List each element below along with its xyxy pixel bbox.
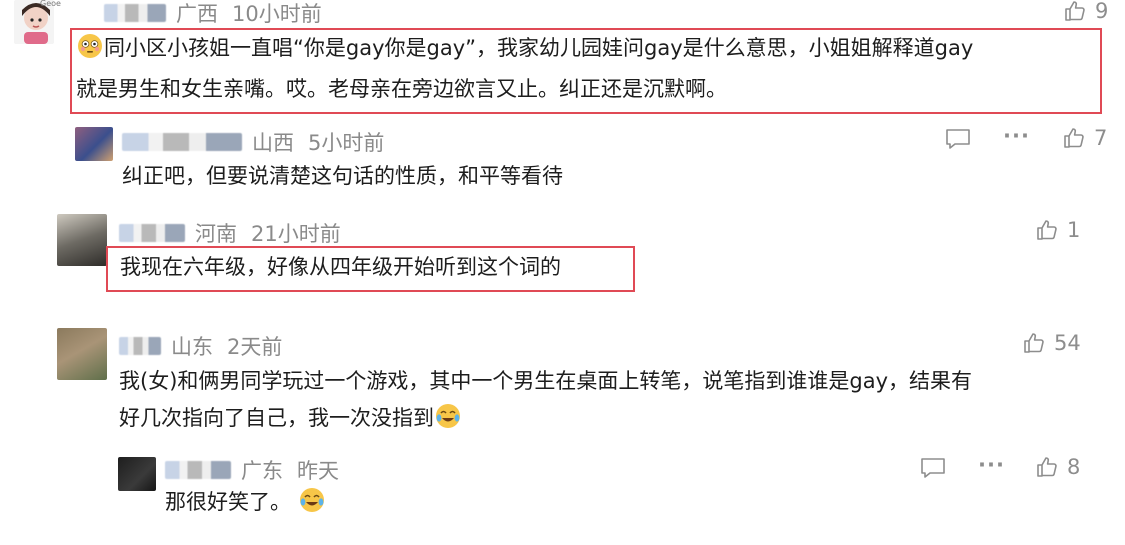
more-icon: ··· [978, 453, 1005, 477]
like-count: 1 [1067, 218, 1081, 242]
comment-meta: 山东 2天前 [119, 331, 282, 361]
comment-meta: 河南 21小时前 [119, 218, 341, 248]
flushed-face-emoji [77, 33, 103, 71]
avatar-badge: Geoe [40, 0, 61, 8]
location-label: 河南 [195, 222, 237, 246]
thumbs-up-icon [1037, 457, 1057, 477]
location-label: 山东 [171, 335, 213, 359]
location-label: 广东 [241, 459, 283, 483]
like-count: 9 [1095, 0, 1109, 23]
username-redacted[interactable] [119, 337, 161, 355]
like-button[interactable]: 9 [1063, 0, 1108, 23]
username-redacted[interactable] [119, 224, 185, 242]
more-button[interactable]: ··· [1003, 124, 1030, 148]
like-button[interactable]: 8 [1035, 455, 1080, 479]
thumbs-up-icon [1024, 333, 1044, 353]
more-icon: ··· [1003, 124, 1030, 148]
like-button[interactable]: 7 [1062, 126, 1107, 150]
tears-of-joy-emoji [299, 487, 325, 525]
comment-text: 那很好笑了。 [165, 484, 326, 525]
timestamp: 21小时前 [251, 222, 341, 246]
like-count: 54 [1054, 331, 1081, 355]
reply-button[interactable] [920, 456, 946, 480]
comment-line: 我(女)和俩男同学玩过一个游戏，其中一个男生在桌面上转笔，说笔指到谁谁是gay，… [119, 369, 973, 393]
comment-line: 同小区小孩姐一直唱“你是gay你是gay”，我家幼儿园娃问gay是什么意思，小姐… [76, 30, 973, 71]
timestamp: 2天前 [227, 335, 283, 359]
avatar[interactable] [57, 328, 107, 380]
location-label: 广西 [176, 2, 218, 26]
more-button[interactable]: ··· [978, 453, 1005, 477]
comment-line: 好几次指向了自己，我一次没指到 [119, 400, 972, 441]
comment-meta: 山西 5小时前 [122, 127, 384, 157]
comment-text: 我(女)和俩男同学玩过一个游戏，其中一个男生在桌面上转笔，说笔指到谁谁是gay，… [119, 363, 972, 441]
avatar[interactable] [118, 457, 156, 491]
comment-meta: 广西 10小时前 [104, 0, 322, 28]
thumbs-up-icon [1064, 128, 1084, 148]
username-redacted[interactable] [122, 133, 242, 151]
comment-text: 同小区小孩姐一直唱“你是gay你是gay”，我家幼儿园娃问gay是什么意思，小姐… [76, 30, 973, 108]
comment-line: 就是男生和女生亲嘴。哎。老母亲在旁边欲言又止。纠正还是沉默啊。 [76, 77, 727, 101]
tears-of-joy-emoji [435, 403, 461, 441]
comment-text: 我现在六年级，好像从四年级开始听到这个词的 [120, 255, 561, 279]
timestamp: 5小时前 [308, 131, 385, 155]
like-count: 7 [1094, 126, 1108, 150]
username-redacted[interactable] [104, 4, 166, 22]
timestamp: 昨天 [297, 459, 339, 483]
username-redacted[interactable] [165, 461, 231, 479]
comment-icon [921, 458, 945, 478]
thumbs-up-icon [1037, 220, 1057, 240]
location-label: 山西 [252, 131, 294, 155]
avatar[interactable] [75, 127, 113, 161]
thumbs-up-icon [1065, 1, 1085, 21]
comment-meta: 广东 昨天 [165, 455, 339, 485]
reply-button[interactable] [945, 127, 971, 151]
timestamp: 10小时前 [232, 2, 322, 26]
like-count: 8 [1067, 455, 1081, 479]
like-button[interactable]: 54 [1022, 331, 1081, 355]
comment-icon [946, 129, 970, 149]
avatar[interactable] [57, 214, 107, 266]
comment-text: 纠正吧，但要说清楚这句话的性质，和平等看待 [122, 164, 563, 188]
like-button[interactable]: 1 [1035, 218, 1080, 242]
